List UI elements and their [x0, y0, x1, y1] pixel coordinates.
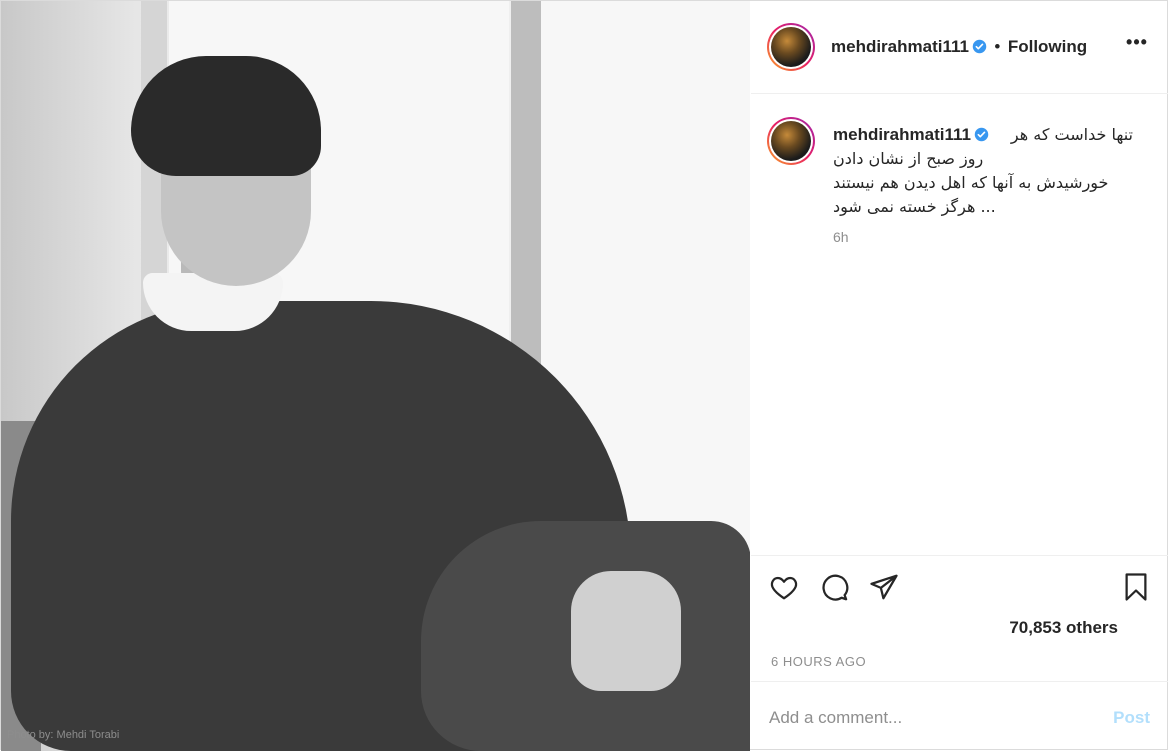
share-icon[interactable] — [869, 572, 899, 602]
caption-username[interactable]: mehdirahmati111 — [833, 125, 971, 144]
photo-credit: Photo by: Mehdi Torabi — [7, 729, 120, 741]
header-separator: • — [994, 37, 1001, 56]
caption-line: تنها خداست که هر — [1010, 125, 1133, 144]
caption-line: خورشیدش به آنها که اهل دیدن هم نیستند — [833, 173, 1109, 192]
likes-count[interactable]: 70,853 others — [1009, 618, 1118, 638]
post-timestamp[interactable]: 6 HOURS AGO — [771, 654, 866, 669]
post-dialog: Photo by: Mehdi Torabi mehdirahmati111 •… — [0, 0, 1168, 751]
caption-line: روز صبح از نشان دادن — [833, 149, 984, 168]
post-header: mehdirahmati111 • Following ••• — [751, 1, 1168, 94]
comment-bar: Post — [751, 681, 1168, 751]
verified-badge-icon — [972, 39, 987, 54]
post-photo[interactable]: Photo by: Mehdi Torabi — [1, 1, 750, 751]
header-user-row: mehdirahmati111 • Following — [831, 37, 1087, 57]
hand-shape — [571, 571, 681, 691]
more-options-icon[interactable]: ••• — [1126, 33, 1148, 57]
following-button[interactable]: Following — [1008, 37, 1087, 56]
heart-icon[interactable] — [769, 572, 799, 602]
caption-line: ... هرگز خسته نمی شود — [833, 197, 996, 216]
caption-text: mehdirahmati111 تنها خداست که هر روز صبح… — [833, 123, 1133, 219]
caption-timestamp[interactable]: 6h — [833, 229, 849, 245]
action-bar: 70,853 others 6 HOURS AGO — [751, 555, 1168, 680]
caption-avatar[interactable] — [767, 117, 815, 165]
avatar[interactable] — [767, 23, 815, 71]
caption-area: mehdirahmati111 تنها خداست که هر روز صبح… — [751, 95, 1168, 555]
comment-icon[interactable] — [819, 572, 849, 602]
verified-badge-icon — [974, 127, 989, 142]
bookmark-icon[interactable] — [1121, 572, 1151, 602]
post-side-panel: mehdirahmati111 • Following ••• mehdirah… — [751, 1, 1168, 751]
comment-input[interactable] — [769, 704, 1069, 732]
header-username[interactable]: mehdirahmati111 — [831, 37, 969, 56]
hair-shape — [131, 56, 321, 176]
post-comment-button[interactable]: Post — [1113, 708, 1150, 728]
